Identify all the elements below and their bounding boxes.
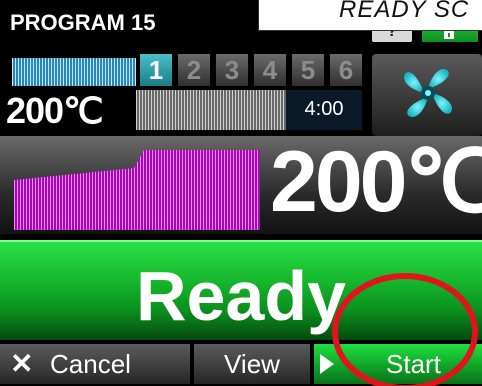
step-3-button[interactable]: 3 [216, 54, 248, 86]
cancel-label: Cancel [50, 349, 131, 379]
step-selector: 1 2 3 4 5 6 [140, 54, 362, 86]
step-6-button[interactable]: 6 [330, 54, 362, 86]
step-4-button[interactable]: 4 [254, 54, 286, 86]
program-title: PROGRAM 15 [10, 10, 156, 35]
time-field[interactable]: 4:00 [286, 90, 362, 130]
caption-box: READY SC [258, 0, 482, 31]
highlight-circle-annotation [332, 273, 478, 386]
step-5-button[interactable]: 5 [292, 54, 324, 86]
time-progress-track [136, 90, 288, 130]
view-button[interactable]: View [194, 344, 310, 384]
fan-icon [404, 69, 452, 117]
step-2-button[interactable]: 2 [178, 54, 210, 86]
close-icon: ✕ [10, 348, 34, 379]
caption-text: READY SC [339, 0, 470, 23]
fan-button[interactable] [372, 54, 482, 136]
time-value: 4:00 [304, 98, 344, 120]
current-temperature: 200℃ [270, 134, 482, 230]
cancel-button[interactable]: ✕ Cancel [0, 344, 190, 384]
temperature-ramp-graph [14, 150, 260, 230]
set-temperature[interactable]: 200℃ [6, 90, 103, 132]
step-preview-bar [12, 58, 136, 86]
step-1-button[interactable]: 1 [140, 54, 172, 86]
